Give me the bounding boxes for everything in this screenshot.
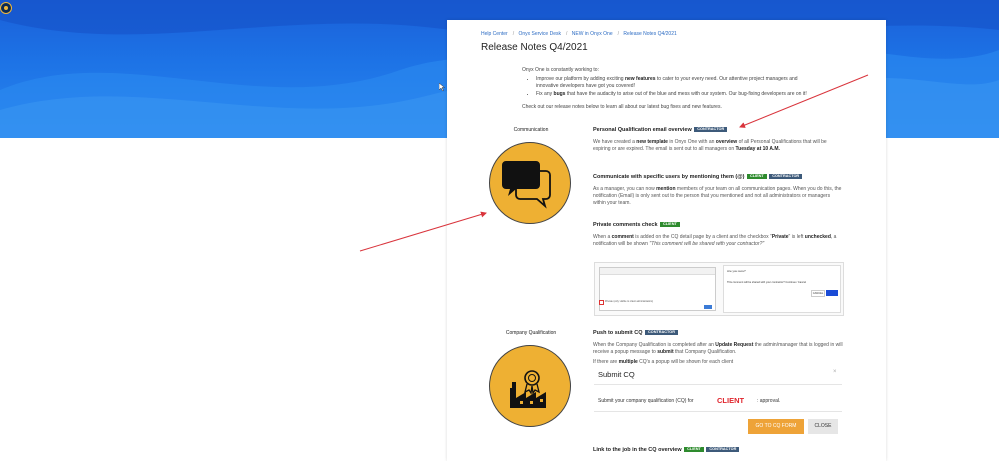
item-description: We have created a new template in Onyx O… [593, 139, 827, 152]
contractor-badge: CONTRACTOR [706, 447, 740, 453]
item-title: Private comments check [593, 222, 658, 228]
modal-divider [594, 384, 842, 385]
close-icon[interactable]: × [833, 369, 837, 375]
chat-bubbles-icon [489, 142, 571, 224]
contractor-badge: CONTRACTOR [769, 174, 803, 180]
intro-check: Check out our release notes below to lea… [522, 104, 722, 110]
contractor-badge: CONTRACTOR [645, 330, 678, 336]
release-item-private-comments: Private comments check CLIENT When a com… [593, 222, 843, 248]
item-title: Push to submit CQ [593, 330, 643, 336]
release-item-push-submit: Push to submit CQ CONTRACTOR When the Co… [593, 330, 843, 366]
item-description: As a manager, you can now mention member… [593, 186, 842, 206]
breadcrumb-new-in-onyx[interactable]: NEW in Onyx One [572, 31, 613, 37]
breadcrumb-service-desk[interactable]: Onyx Service Desk [518, 31, 561, 37]
close-button[interactable]: CLOSE [808, 419, 838, 434]
item-title: Link to the job in the CQ overview [593, 447, 682, 453]
intro-lead: Onyx One is constantly working to: [522, 67, 599, 73]
dialog-cancel: CANCEL [811, 290, 825, 297]
confirm-dialog: Are you sure? This comment will be share… [723, 265, 841, 313]
breadcrumb: Help Center / Onyx Service Desk / NEW in O… [481, 31, 677, 37]
factory-award-icon [489, 345, 571, 427]
breadcrumb-release-notes[interactable]: Release Notes Q4/2021 [623, 31, 676, 37]
section-label-company-qualification: Company Qualification [505, 330, 557, 336]
modal-message: Submit your company qualification (CQ) f… [598, 398, 694, 404]
release-item-mention: Communicate with specific users by menti… [593, 174, 843, 207]
editor-toolbar [600, 268, 715, 275]
intro-text: Onyx One is constantly working to: Impro… [522, 67, 812, 111]
client-badge: CLIENT [746, 174, 767, 180]
breadcrumb-help-center[interactable]: Help Center [481, 31, 508, 37]
release-item-link-job: Link to the job in the CQ overview CLIEN… [593, 447, 843, 459]
item-description: When the Company Qualification is comple… [593, 342, 843, 355]
private-checkbox [599, 300, 604, 305]
mouse-pointer-icon [438, 78, 446, 96]
onyx-logo-icon[interactable] [0, 2, 12, 14]
modal-divider-bottom [594, 411, 842, 412]
screenshot-send-button [704, 305, 712, 309]
article-panel: Help Center / Onyx Service Desk / NEW in O… [447, 20, 886, 461]
go-to-cq-form-button[interactable]: GO TO CQ FORM [748, 419, 804, 434]
intro-bullet-bugs: Fix any bugs that have the audacity to a… [536, 91, 812, 98]
client-badge: CLIENT [660, 222, 680, 228]
intro-bullet-features: Improve our platform by adding exciting … [536, 76, 812, 90]
dialog-message: This comment will be shared with your co… [727, 281, 807, 284]
modal-title: Submit CQ [598, 370, 635, 379]
dialog-title: Are you sure? [727, 269, 746, 273]
modal-client-name: CLIENT [717, 396, 745, 405]
item-description: When a comment is added on the CQ detail… [593, 234, 837, 247]
client-badge: CLIENT [684, 447, 704, 453]
release-item-email-overview: Personal Qualification email overview CO… [593, 127, 843, 153]
private-checkbox-label: Private (only visible to client administ… [605, 300, 654, 303]
submit-cq-modal: Submit CQ × Submit your company qualific… [594, 365, 842, 413]
item-title: Communicate with specific users by menti… [593, 174, 745, 180]
page-title: Release Notes Q4/2021 [481, 42, 588, 53]
item-title: Personal Qualification email overview [593, 127, 692, 133]
private-comment-screenshot: Private (only visible to client administ… [594, 262, 844, 316]
comment-editor [599, 267, 716, 311]
modal-approval: : approval. [757, 398, 781, 404]
section-label-communication: Communication [513, 127, 549, 133]
contractor-badge: CONTRACTOR [694, 127, 728, 133]
dialog-submit [826, 290, 838, 296]
